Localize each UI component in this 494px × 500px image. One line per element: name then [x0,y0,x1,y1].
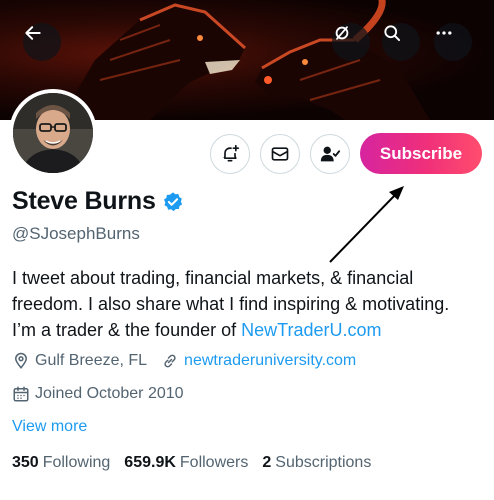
calendar-icon [13,386,29,402]
website-link[interactable]: newtraderuniversity.com [184,352,356,370]
following-button[interactable] [310,134,350,174]
more-icon [436,31,452,35]
envelope-icon [271,147,289,161]
view-more-link[interactable]: View more [12,418,87,436]
link-icon [164,354,176,368]
avatar[interactable] [9,89,97,177]
display-name-row: Steve Burns [12,187,184,216]
followers-stat[interactable]: 659.9K Followers [124,454,248,472]
profile-bio: I tweet about trading, financial markets… [12,265,482,343]
bio-line: freedom. I also share what I find inspir… [12,294,450,314]
join-date-text: Joined October 2010 [35,385,184,402]
location-text: Gulf Breeze, FL [35,352,148,369]
bio-link[interactable]: NewTraderU.com [241,320,381,340]
bell-plus-icon [223,144,240,162]
subscriptions-stat[interactable]: 2 Subscriptions [262,454,371,472]
followers-label: Followers [179,454,249,471]
following-stat[interactable]: 350 Following [12,454,110,472]
following-label: Following [42,454,111,471]
bio-line: I tweet about trading, financial markets… [12,268,414,288]
subscribe-button[interactable]: Subscribe [360,133,482,174]
message-button[interactable] [260,134,300,174]
profile-meta-row: Gulf Breeze, FL newtraderuniversity.com [12,352,356,370]
display-name: Steve Burns [12,187,156,215]
followers-count: 659.9K [124,454,176,471]
more-options-button[interactable] [434,23,472,61]
no-notifications-icon [335,26,349,40]
follow-stats: 350 Following 659.9K Followers 2 Subscripti… [12,454,371,472]
subscriptions-label: Subscriptions [275,454,372,471]
bio-text: I’m a trader & the founder of [12,320,242,340]
location-pin-icon [14,352,28,369]
avatar-photo [13,93,93,173]
following-count: 350 [12,454,39,471]
join-date-row: Joined October 2010 [12,385,184,403]
notify-button[interactable] [210,134,250,174]
bio-line: I’m a trader & the founder of NewTraderU… [12,317,482,343]
subscriptions-count: 2 [262,454,272,471]
mute-notifications-button[interactable] [332,23,370,61]
verified-badge-icon[interactable] [162,191,184,213]
search-button[interactable] [382,23,420,61]
back-button[interactable] [23,23,61,61]
arrow-left-icon [25,26,41,40]
user-handle: @SJosephBurns [12,224,140,243]
user-check-icon [320,146,341,162]
search-icon [384,25,401,42]
